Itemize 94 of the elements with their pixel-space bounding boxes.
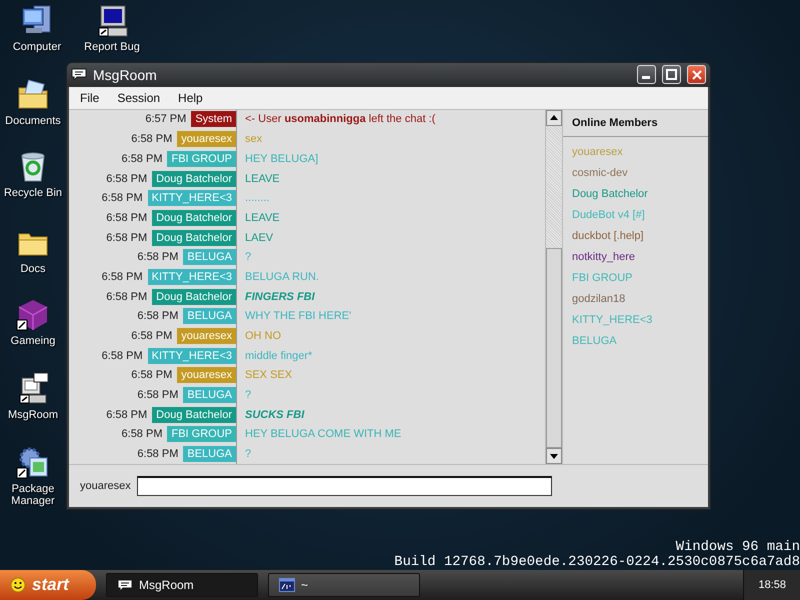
desktop-shortcut[interactable]: Gameing <box>0 298 66 347</box>
message-time: 6:58 PM <box>102 350 143 362</box>
message-time: 6:58 PM <box>137 310 178 322</box>
start-button[interactable]: start <box>0 570 96 600</box>
username-tag: FBI GROUP <box>167 150 236 167</box>
message-text: SUCKS FBI <box>244 408 304 421</box>
message-text: OH NO <box>244 330 282 342</box>
down-arrow-icon <box>550 454 558 458</box>
username-tag: BELUGA <box>183 249 236 266</box>
message-time: 6:58 PM <box>131 330 172 342</box>
message-time: 6:58 PM <box>106 172 148 185</box>
message-text: ? <box>244 448 252 460</box>
message-text: SEX SEX <box>244 369 292 382</box>
username-tag: System <box>191 111 236 128</box>
message-time: 6:58 PM <box>137 251 178 264</box>
message-time: 6:58 PM <box>131 133 172 146</box>
username-tag: Doug Batchelor <box>152 210 236 226</box>
desktop-shortcut[interactable]: MsgRoom <box>0 372 66 421</box>
member-name[interactable]: duckbot [.help] <box>572 228 699 244</box>
username-tag: KITTY_HERE<3 <box>148 348 236 364</box>
desktop-shortcut[interactable]: Computer <box>4 4 70 53</box>
username-tag: BELUGA <box>183 387 236 404</box>
username-tag: BELUGA <box>183 446 236 462</box>
message-text: sex <box>244 133 262 146</box>
desktop-shortcut[interactable]: Documents <box>0 78 66 127</box>
username-tag: KITTY_HERE<3 <box>148 190 236 206</box>
close-icon <box>692 70 702 80</box>
message-time: 6:58 PM <box>122 152 162 165</box>
message-text: WHY THE FBI HERE' <box>244 310 352 322</box>
desktop-shortcut[interactable]: Recycle Bin <box>0 150 66 199</box>
member-name[interactable]: godzilan18 <box>572 290 699 307</box>
build-info-text: Windows 96 main <box>676 540 800 555</box>
username-tag: youaresex <box>177 328 236 344</box>
message-time: 6:58 PM <box>137 389 178 402</box>
terminal-icon <box>279 578 295 592</box>
username-tag: youaresex <box>177 131 236 148</box>
chat-bubble-icon <box>117 578 133 592</box>
scroll-down-button[interactable] <box>546 448 562 464</box>
menu-item[interactable]: Help <box>169 90 212 105</box>
message-time: 6:58 PM <box>106 232 148 244</box>
message-text: FINGERS FBI <box>244 290 315 303</box>
message-text: BELUGA RUN. <box>244 270 319 283</box>
scroll-up-button[interactable] <box>546 110 562 126</box>
members-heading: Online Members <box>563 110 708 137</box>
window-title: MsgRoom <box>93 66 158 83</box>
message-time: 6:58 PM <box>102 192 143 204</box>
message-text: <- User usomabinnigga left the chat :( <box>244 113 436 126</box>
desktop-shortcut[interactable]: Package Manager <box>0 446 66 507</box>
username-tag: FBI GROUP <box>167 426 236 442</box>
message-text: LAEV <box>244 232 274 244</box>
cube-icon <box>16 298 50 332</box>
username-tag: Doug Batchelor <box>152 230 236 246</box>
username-tag: BELUGA <box>183 308 236 324</box>
minimize-button[interactable] <box>637 65 656 84</box>
message-time: 6:58 PM <box>102 270 143 283</box>
taskbar-button[interactable]: ~ <box>268 573 420 597</box>
message-time: 6:58 PM <box>122 428 162 440</box>
message-input[interactable] <box>136 476 552 496</box>
scrollbar[interactable] <box>545 110 562 464</box>
message-text: ? <box>244 251 252 264</box>
build-info-text: Build 12768.7b9e0ede.230226-0224.2530c0875c6a7ad8 <box>394 555 800 570</box>
chat-bubble-icon <box>71 68 87 82</box>
desktop-shortcut[interactable]: Report Bug <box>79 4 145 53</box>
username-tag: Doug Batchelor <box>152 288 236 305</box>
nickname-label: youaresex <box>80 480 131 492</box>
menu-item[interactable]: File <box>71 90 108 105</box>
up-arrow-icon <box>550 115 558 120</box>
maximize-button[interactable] <box>662 65 681 84</box>
message-time: 6:58 PM <box>106 290 148 303</box>
clock: 18:58 <box>743 570 800 600</box>
taskbar-button[interactable]: MsgRoom <box>106 573 258 597</box>
message-text: ? <box>244 389 252 402</box>
message-text: LEAVE <box>244 172 280 185</box>
message-time: 6:58 PM <box>106 408 148 421</box>
package-gear-icon <box>16 446 50 480</box>
message-text: HEY BELUGA] <box>244 152 318 165</box>
message-time: 6:57 PM <box>145 113 186 126</box>
username-tag: youaresex <box>177 367 236 384</box>
message-text: HEY BELUGA COME WITH ME <box>244 428 402 440</box>
message-text: LEAVE <box>244 212 280 224</box>
username-tag: KITTY_HERE<3 <box>148 268 236 285</box>
menu-item[interactable]: Session <box>108 90 170 105</box>
username-tag: Doug Batchelor <box>152 406 236 423</box>
close-button[interactable] <box>687 65 706 84</box>
message-time: 6:58 PM <box>137 448 178 460</box>
message-time: 6:58 PM <box>131 369 172 382</box>
desktop-shortcut[interactable]: Docs <box>0 226 66 275</box>
message-text: ........ <box>244 192 270 204</box>
smiley-icon <box>10 577 26 593</box>
message-text: middle finger* <box>244 350 312 362</box>
username-tag: Doug Batchelor <box>152 170 236 187</box>
maximize-icon <box>666 69 677 80</box>
member-name[interactable]: notkitty_here <box>572 248 699 265</box>
message-time: 6:58 PM <box>106 212 148 224</box>
